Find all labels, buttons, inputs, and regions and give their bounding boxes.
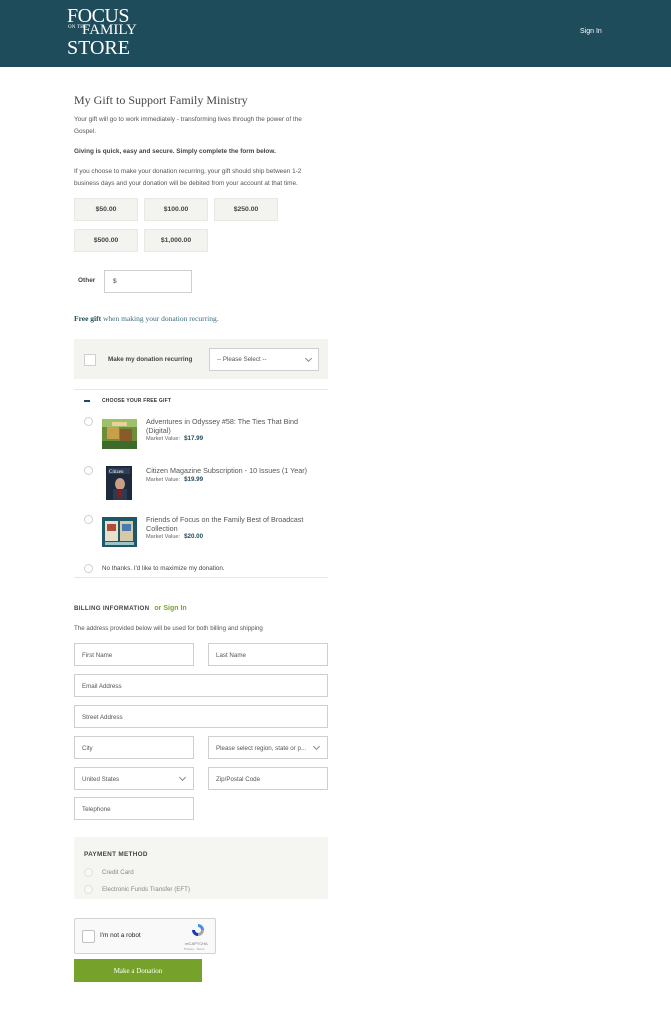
payment-radio-eft[interactable] bbox=[84, 885, 93, 894]
choose-gift-heading: CHOOSE YOUR FREE GIFT bbox=[102, 398, 172, 404]
store-logo[interactable]: FOCUS ON THE FAMILY STORE bbox=[67, 6, 139, 60]
intro-paragraph-2: Giving is quick, easy and secure. Simply… bbox=[74, 148, 276, 155]
header-sign-in-link[interactable]: Sign In bbox=[580, 28, 602, 35]
site-header: FOCUS ON THE FAMILY STORE Sign In bbox=[0, 0, 671, 67]
zip-placeholder: Zip/Postal Code bbox=[216, 775, 261, 783]
intro-paragraph-1: Your gift will go to work immediately - … bbox=[74, 116, 302, 135]
amount-button-1000[interactable]: $1,000.00 bbox=[144, 229, 208, 252]
region-select[interactable]: Please select region, state or p... bbox=[208, 736, 328, 759]
gift-market-value-2: Market Value: $19.99 bbox=[146, 476, 203, 483]
recurring-label: Make my donation recurring bbox=[108, 356, 193, 363]
street-address-field[interactable]: Street Address bbox=[74, 705, 328, 728]
free-gift-note: Free gift when making your donation recu… bbox=[74, 314, 219, 323]
last-name-placeholder: Last Name bbox=[216, 651, 246, 659]
chevron-down-icon bbox=[312, 742, 321, 751]
recurring-select-value: -- Please Select -- bbox=[217, 356, 267, 363]
payment-radio-credit-card[interactable] bbox=[84, 868, 93, 877]
last-name-field[interactable]: Last Name bbox=[208, 643, 328, 666]
broadcast-collection-icon bbox=[102, 517, 137, 547]
payment-option-eft: Electronic Funds Transfer (EFT) bbox=[102, 886, 191, 893]
amount-button-100[interactable]: $100.00 bbox=[144, 198, 208, 221]
gift-title-1: Adventures in Odyssey #58: The Ties That… bbox=[146, 417, 298, 435]
email-placeholder: Email Address bbox=[82, 682, 122, 690]
amount-button-250[interactable]: $250.00 bbox=[214, 198, 278, 221]
gift-radio-1[interactable] bbox=[84, 417, 93, 426]
no-thanks-label: No thanks. I'd like to maximize my donat… bbox=[102, 565, 225, 572]
recaptcha-brand: reCAPTCHA bbox=[185, 941, 208, 946]
city-placeholder: City bbox=[82, 744, 93, 752]
telephone-placeholder: Telephone bbox=[82, 805, 111, 813]
recaptcha-logo-icon bbox=[192, 924, 204, 936]
market-value-label: Market Value: bbox=[146, 477, 181, 483]
gift-price-1: $17.99 bbox=[184, 435, 204, 442]
gift-title-3: Friends of Focus on the Family Best of B… bbox=[146, 515, 304, 533]
telephone-field[interactable]: Telephone bbox=[74, 797, 194, 820]
logo-line-family: FAMILY bbox=[82, 22, 137, 38]
gift-market-value-1: Market Value: $17.99 bbox=[146, 435, 203, 442]
free-gift-section: CHOOSE YOUR FREE GIFT Adventures in Odys… bbox=[74, 389, 328, 578]
gift-price-2: $19.99 bbox=[184, 476, 204, 483]
market-value-label: Market Value: bbox=[146, 436, 181, 442]
free-gift-bold: Free gift bbox=[74, 314, 102, 323]
gift-radio-3[interactable] bbox=[84, 515, 93, 524]
free-gift-rest: when making your donation recurring. bbox=[103, 314, 219, 323]
street-placeholder: Street Address bbox=[82, 713, 123, 721]
recaptcha-checkbox[interactable] bbox=[82, 930, 95, 943]
recurring-frequency-select[interactable]: -- Please Select -- bbox=[209, 348, 319, 371]
intro-paragraph-3: If you choose to make your donation recu… bbox=[74, 168, 302, 187]
recaptcha-widget: I'm not a robot reCAPTCHA Privacy - Term… bbox=[74, 918, 216, 954]
billing-address-note: The address provided below will be used … bbox=[74, 625, 263, 632]
country-select[interactable]: United States bbox=[74, 767, 194, 790]
billing-heading-text: BILLING INFORMATION bbox=[74, 605, 150, 612]
market-value-label: Market Value: bbox=[146, 534, 181, 540]
gift-market-value-3: Market Value: $20.00 bbox=[146, 533, 203, 540]
gift-title-2: Citizen Magazine Subscription - 10 Issue… bbox=[146, 466, 308, 475]
zip-field[interactable]: Zip/Postal Code bbox=[208, 767, 328, 790]
odyssey-cover-icon bbox=[102, 419, 137, 449]
make-donation-button[interactable]: Make a Donation bbox=[74, 959, 202, 982]
citizen-magazine-icon: Citizen bbox=[106, 466, 132, 500]
collapse-minus-icon[interactable] bbox=[84, 400, 90, 402]
page-title: My Gift to Support Family Ministry bbox=[74, 93, 248, 107]
chevron-down-icon bbox=[304, 354, 313, 363]
amount-button-50[interactable]: $50.00 bbox=[74, 198, 138, 221]
first-name-placeholder: First Name bbox=[82, 651, 113, 659]
first-name-field[interactable]: First Name bbox=[74, 643, 194, 666]
payment-option-credit-card: Credit Card bbox=[102, 869, 134, 876]
payment-method-heading: PAYMENT METHOD bbox=[84, 851, 148, 858]
recurring-checkbox[interactable] bbox=[84, 354, 96, 366]
amount-button-500[interactable]: $500.00 bbox=[74, 229, 138, 252]
chevron-down-icon bbox=[178, 773, 187, 782]
recaptcha-label: I'm not a robot bbox=[100, 932, 141, 939]
region-select-value: Please select region, state or p... bbox=[216, 744, 307, 752]
gift-radio-none[interactable] bbox=[84, 564, 93, 573]
email-field[interactable]: Email Address bbox=[74, 674, 328, 697]
billing-heading: BILLING INFORMATION or Sign In bbox=[74, 605, 187, 612]
logo-line-store: STORE bbox=[67, 37, 130, 59]
other-amount-input[interactable]: $ bbox=[104, 270, 192, 293]
country-select-value: United States bbox=[82, 775, 120, 783]
gift-price-3: $20.00 bbox=[184, 533, 204, 540]
billing-sign-in-link[interactable]: or Sign In bbox=[154, 605, 186, 612]
recurring-donation-panel: Make my donation recurring -- Please Sel… bbox=[74, 339, 328, 379]
city-field[interactable]: City bbox=[74, 736, 194, 759]
other-amount-label: Other bbox=[78, 277, 96, 284]
currency-symbol: $ bbox=[113, 278, 117, 285]
recaptcha-terms[interactable]: Privacy - Terms bbox=[184, 947, 205, 951]
svg-text:Citizen: Citizen bbox=[109, 470, 124, 475]
payment-method-panel: PAYMENT METHOD Credit Card Electronic Fu… bbox=[74, 837, 328, 899]
gift-radio-2[interactable] bbox=[84, 466, 93, 475]
